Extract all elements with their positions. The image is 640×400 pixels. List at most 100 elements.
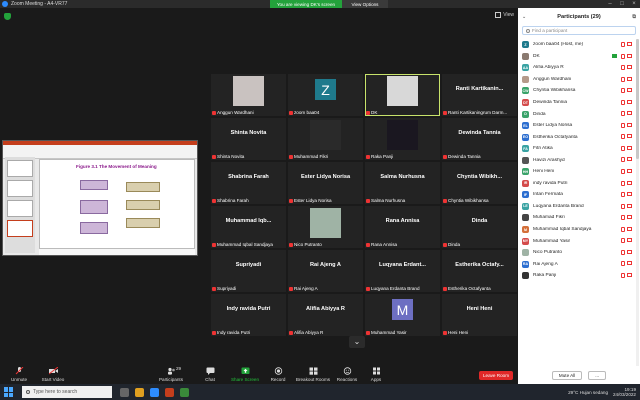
participant-row[interactable]: Nico Putranto — [518, 247, 640, 259]
muted-mic-icon — [443, 154, 447, 159]
popout-icon[interactable]: ⧉ — [632, 14, 636, 20]
breakout-rooms-icon — [309, 367, 317, 375]
share-screen-button[interactable]: Share Screen — [228, 367, 262, 382]
next-page-chevron-icon[interactable]: ⌄ — [349, 336, 365, 348]
participant-row[interactable]: Muhamad Fikri — [518, 212, 640, 224]
video-off-icon — [627, 145, 632, 150]
file-explorer-icon[interactable] — [135, 387, 144, 397]
video-tile[interactable]: Luqyana Erdant... Luqyana Erdanta Brand — [365, 250, 440, 292]
mute-all-button[interactable]: Mute All — [551, 371, 583, 380]
participant-row[interactable]: HH Heni Heni — [518, 166, 640, 178]
participant-status-icons — [621, 192, 632, 198]
video-tile[interactable]: DK — [365, 74, 440, 116]
more-options-button[interactable]: ... — [588, 371, 607, 380]
start-video-button[interactable]: Start Video — [40, 366, 66, 382]
minimize-icon[interactable]: – — [604, 0, 616, 8]
participant-row[interactable]: EO Estherika Octafyanta — [518, 131, 640, 143]
participant-row[interactable]: Raka Panji — [518, 270, 640, 282]
video-tile[interactable]: Shabrina Farah Shabrina Farah — [211, 162, 286, 204]
apps-button[interactable]: Apps — [366, 367, 386, 382]
video-off-icon — [627, 53, 632, 58]
participant-scrollbar[interactable] — [636, 39, 639, 366]
video-tile[interactable]: Zzoom baa04 — [288, 74, 363, 116]
participant-row[interactable]: DT Dewinda Tannia — [518, 97, 640, 109]
participant-row[interactable]: D Dinda — [518, 108, 640, 120]
video-tile[interactable]: Shinta Novita Shinta Novita — [211, 118, 286, 160]
video-tile[interactable]: Ester Lidya Norisa Ester Lidya Norisa — [288, 162, 363, 204]
task-view-icon[interactable] — [120, 387, 129, 397]
reactions-button[interactable]: Reactions — [334, 367, 360, 382]
participant-row[interactable]: DK — [518, 51, 640, 63]
chrome-icon[interactable] — [180, 387, 189, 397]
video-tile[interactable]: Estherika Octafy... Estherika Octafyanta — [442, 250, 517, 292]
video-tile[interactable]: Ranti Kartikanin... Ranti Kartikaningrum … — [442, 74, 517, 116]
security-shield-icon[interactable] — [4, 13, 11, 20]
powerpoint-icon[interactable] — [165, 387, 174, 397]
participant-row[interactable]: Anggun Wardhani — [518, 74, 640, 86]
video-tile[interactable]: Muhammad Iqb... Muhammad Iqbal Sandjaya — [211, 206, 286, 248]
participant-row[interactable]: IR indy ravida Putri — [518, 178, 640, 190]
participant-row[interactable]: LE Luqyana Erdanta Brand — [518, 201, 640, 213]
video-tile[interactable]: Muhammad Fikri — [288, 118, 363, 160]
record-button[interactable]: Record — [266, 367, 290, 382]
leave-room-button[interactable]: Leave Room — [479, 371, 513, 380]
chat-button[interactable]: Chat — [200, 367, 220, 382]
tile-display-name: Shinta Novita — [230, 130, 267, 136]
tile-display-name: Dewinda Tannia — [458, 130, 501, 136]
muted-mic-icon — [443, 198, 447, 203]
video-tile[interactable]: Anggun Wardhani — [211, 74, 286, 116]
maximize-icon[interactable]: □ — [616, 0, 628, 8]
taskbar-search[interactable]: Type here to search — [22, 386, 112, 398]
search-placeholder: Find a participant — [532, 28, 568, 33]
video-tile[interactable]: Nico Putranto — [288, 206, 363, 248]
avatar: FA — [522, 145, 529, 153]
video-tile[interactable]: Dewinda Tannia Dewinda Tannia — [442, 118, 517, 160]
windows-start-icon[interactable] — [4, 387, 14, 397]
participant-row[interactable]: Zzoom baa04 (Host, me) — [518, 39, 640, 51]
participant-row[interactable]: MY Muhammad Yasir — [518, 235, 640, 247]
participants-button[interactable]: Participants — [156, 367, 186, 382]
video-tile[interactable]: Dinda Dinda — [442, 206, 517, 248]
tile-name-caption: Salma Nurhusna — [366, 198, 439, 203]
tile-name-caption: Nico Putranto — [289, 242, 362, 247]
video-tile[interactable]: M Muhammad Yasir — [365, 294, 440, 336]
participant-row[interactable]: AA Alifia Abiyya R — [518, 62, 640, 74]
system-tray: 29°C Hujan sedang 19:19 24/03/2022 — [568, 384, 636, 400]
video-tile[interactable]: Chyntia Wibikh... Chyntia Wibikhansa — [442, 162, 517, 204]
participant-search[interactable]: Find a participant — [522, 26, 636, 35]
video-tile[interactable]: Supriyadi Supriyadi — [211, 250, 286, 292]
taskbar-clock[interactable]: 19:19 24/03/2022 — [613, 387, 636, 397]
view-button[interactable]: View — [495, 12, 514, 18]
participant-row[interactable]: Havizi Arashyd — [518, 154, 640, 166]
view-button-label: View — [503, 12, 514, 18]
video-tile[interactable]: Indy ravida Putri Indy ravida Putri — [211, 294, 286, 336]
participant-row[interactable]: CW Chyntia Wibikhansa — [518, 85, 640, 97]
breakout-rooms-button[interactable]: Breakout Rooms — [294, 367, 332, 382]
video-tile[interactable]: Rai Ajeng A Rai Ajeng A — [288, 250, 363, 292]
video-tile[interactable]: Heni Heni Heni Heni — [442, 294, 517, 336]
zoom-app-icon[interactable] — [150, 387, 159, 397]
participants-count-badge: 29 — [176, 366, 182, 371]
weather-status[interactable]: 29°C Hujan sedang — [568, 390, 608, 395]
camera-feed — [233, 76, 264, 106]
participant-row[interactable]: FA Fitri Atika — [518, 143, 640, 155]
participant-row[interactable]: EL Ester Lidya Norisa — [518, 120, 640, 132]
muted-mic-icon — [212, 286, 216, 291]
tile-name-caption: Estherika Octafyanta — [443, 286, 516, 291]
view-options-button[interactable]: View Options — [342, 0, 388, 8]
video-tile[interactable]: Raka Panji — [365, 118, 440, 160]
video-tile[interactable]: Alifia Abiyya R Alifia Abiyya R — [288, 294, 363, 336]
participant-row[interactable]: M Muhammad Iqbal Sandjaya — [518, 224, 640, 236]
unmute-button[interactable]: Unmute — [6, 366, 32, 382]
participant-row[interactable]: IF Intan Fermata — [518, 189, 640, 201]
collapse-chevron-icon[interactable]: ⌄ — [522, 14, 526, 20]
shared-screen[interactable]: Figure 3.1 The Movement of Meaning — [2, 140, 198, 256]
video-tile[interactable]: Salma Nurhusna Salma Nurhusna — [365, 162, 440, 204]
muted-mic-icon — [443, 110, 447, 115]
close-icon[interactable]: × — [628, 0, 640, 8]
zoom-logo-icon — [2, 1, 8, 7]
participant-row[interactable]: RA Rai Ajeng A — [518, 258, 640, 270]
video-tile[interactable]: Rana Annisa Rana Annisa — [365, 206, 440, 248]
tile-name-caption: Ester Lidya Norisa — [289, 198, 362, 203]
muted-mic-icon — [289, 154, 293, 159]
